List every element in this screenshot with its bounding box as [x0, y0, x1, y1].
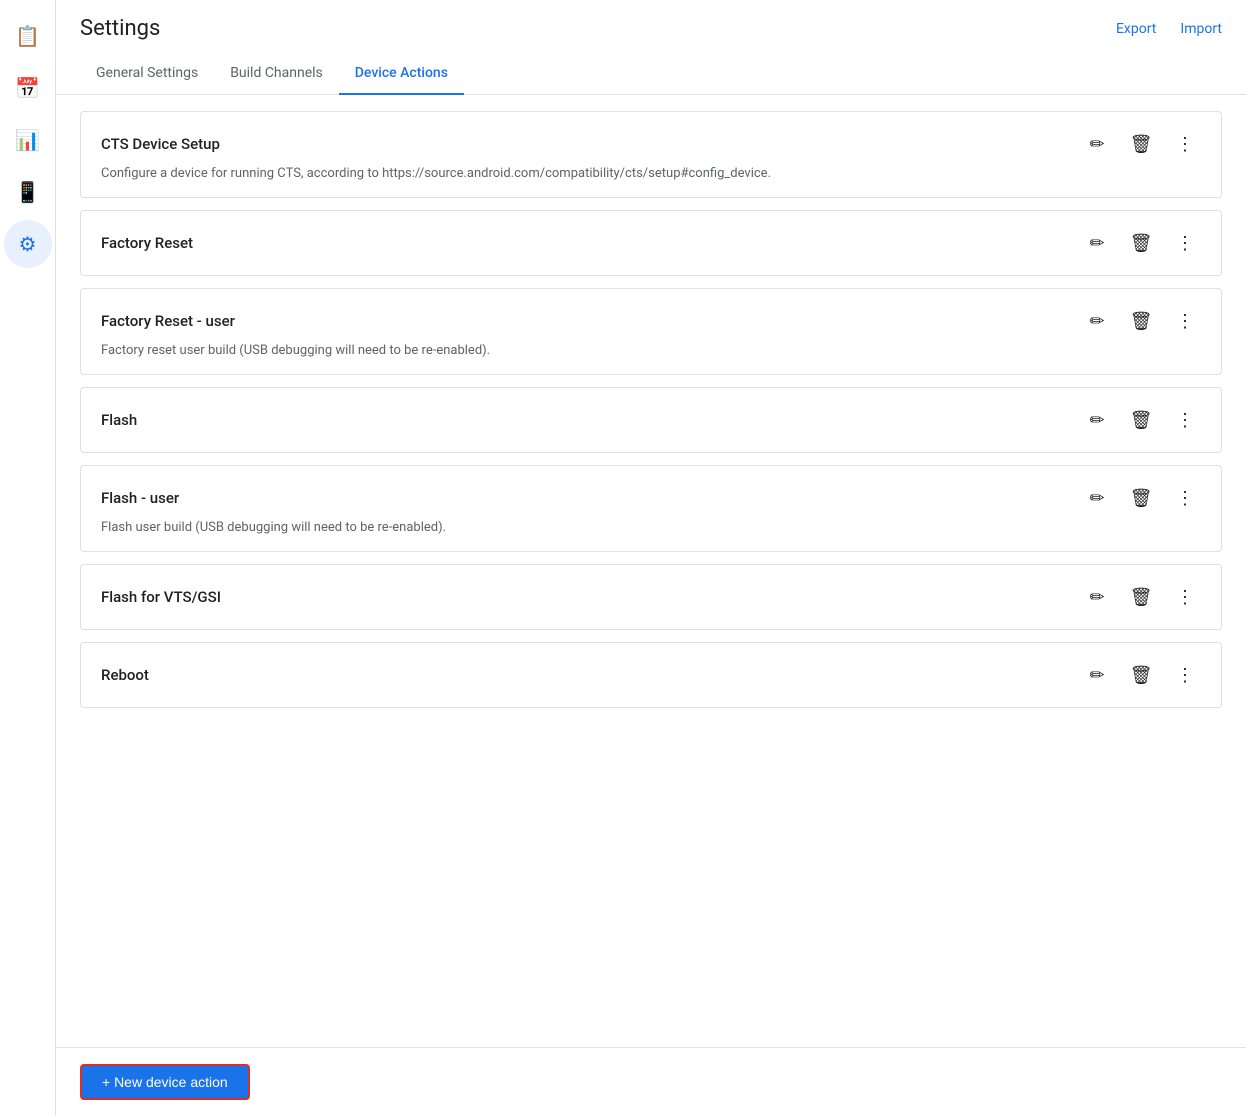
more-vert-icon: ⋮	[1176, 488, 1194, 509]
delete-button-factory-reset-user[interactable]: 🗑	[1125, 305, 1157, 337]
more-button-cts[interactable]: ⋮	[1169, 128, 1201, 160]
action-card-row: Factory Reset ✏ 🗑 ⋮	[101, 227, 1201, 259]
trash-icon: 🗑	[1130, 488, 1153, 509]
more-vert-icon: ⋮	[1176, 665, 1194, 686]
trash-icon: 🗑	[1130, 134, 1153, 155]
main-content: Settings Export Import General Settings …	[56, 0, 1246, 1116]
action-card-row: CTS Device Setup ✏ 🗑 ⋮	[101, 128, 1201, 160]
action-card-row: Flash for VTS/GSI ✏ 🗑 ⋮	[101, 581, 1201, 613]
action-card-factory-reset: Factory Reset ✏ 🗑 ⋮	[80, 210, 1222, 276]
more-vert-icon: ⋮	[1176, 134, 1194, 155]
action-card-row: Flash - user ✏ 🗑 ⋮	[101, 482, 1201, 514]
sidebar-item-chart[interactable]: 📊	[4, 116, 52, 164]
trash-icon: 🗑	[1130, 410, 1153, 431]
action-card-factory-reset-user: Factory Reset - user ✏ 🗑 ⋮ Factory reset…	[80, 288, 1222, 375]
action-icons-flash-vts: ✏ 🗑 ⋮	[1081, 581, 1201, 613]
pencil-icon: ✏	[1089, 488, 1104, 509]
edit-button-factory-reset[interactable]: ✏	[1081, 227, 1113, 259]
action-name-flash: Flash	[101, 411, 137, 429]
edit-button-cts[interactable]: ✏	[1081, 128, 1113, 160]
action-desc-factory-reset-user: Factory reset user build (USB debugging …	[101, 343, 1201, 358]
trash-icon: 🗑	[1130, 311, 1153, 332]
bottom-bar: + New device action	[56, 1047, 1246, 1116]
more-button-reboot[interactable]: ⋮	[1169, 659, 1201, 691]
more-vert-icon: ⋮	[1176, 410, 1194, 431]
pencil-icon: ✏	[1089, 311, 1104, 332]
edit-button-reboot[interactable]: ✏	[1081, 659, 1113, 691]
action-desc-cts: Configure a device for running CTS, acco…	[101, 166, 1201, 181]
page-title: Settings	[80, 16, 160, 41]
action-name-flash-vts: Flash for VTS/GSI	[101, 588, 221, 606]
import-link[interactable]: Import	[1180, 21, 1222, 37]
pencil-icon: ✏	[1089, 587, 1104, 608]
action-card-cts: CTS Device Setup ✏ 🗑 ⋮ Configure a devic…	[80, 111, 1222, 198]
tabs-bar: General Settings Build Channels Device A…	[56, 53, 1246, 95]
pencil-icon: ✏	[1089, 233, 1104, 254]
delete-button-cts[interactable]: 🗑	[1125, 128, 1157, 160]
action-icons-flash-user: ✏ 🗑 ⋮	[1081, 482, 1201, 514]
settings-icon: ⚙	[19, 232, 37, 256]
more-button-factory-reset-user[interactable]: ⋮	[1169, 305, 1201, 337]
export-link[interactable]: Export	[1116, 21, 1156, 37]
action-icons-factory-reset: ✏ 🗑 ⋮	[1081, 227, 1201, 259]
edit-button-flash-user[interactable]: ✏	[1081, 482, 1113, 514]
action-card-row: Factory Reset - user ✏ 🗑 ⋮	[101, 305, 1201, 337]
action-icons-reboot: ✏ 🗑 ⋮	[1081, 659, 1201, 691]
action-card-flash-user: Flash - user ✏ 🗑 ⋮ Flash user build (USB…	[80, 465, 1222, 552]
sidebar-item-calendar[interactable]: 📅	[4, 64, 52, 112]
tab-device-actions[interactable]: Device Actions	[339, 53, 464, 95]
trash-icon: 🗑	[1130, 665, 1153, 686]
action-name-reboot: Reboot	[101, 666, 149, 684]
phone-icon: 📱	[15, 180, 40, 204]
edit-button-flash[interactable]: ✏	[1081, 404, 1113, 436]
action-name-factory-reset-user: Factory Reset - user	[101, 312, 235, 330]
action-card-row: Flash ✏ 🗑 ⋮	[101, 404, 1201, 436]
pencil-icon: ✏	[1089, 134, 1104, 155]
sidebar-item-settings[interactable]: ⚙	[4, 220, 52, 268]
clipboard-icon: 📋	[15, 24, 40, 48]
tab-build-channels[interactable]: Build Channels	[214, 53, 339, 95]
action-name-cts: CTS Device Setup	[101, 135, 220, 153]
action-icons-cts: ✏ 🗑 ⋮	[1081, 128, 1201, 160]
trash-icon: 🗑	[1130, 233, 1153, 254]
more-button-flash[interactable]: ⋮	[1169, 404, 1201, 436]
more-button-factory-reset[interactable]: ⋮	[1169, 227, 1201, 259]
action-card-reboot: Reboot ✏ 🗑 ⋮	[80, 642, 1222, 708]
sidebar-item-clipboard[interactable]: 📋	[4, 12, 52, 60]
more-button-flash-user[interactable]: ⋮	[1169, 482, 1201, 514]
action-card-flash: Flash ✏ 🗑 ⋮	[80, 387, 1222, 453]
action-card-row: Reboot ✏ 🗑 ⋮	[101, 659, 1201, 691]
delete-button-flash-vts[interactable]: 🗑	[1125, 581, 1157, 613]
header-actions: Export Import	[1116, 21, 1222, 37]
edit-button-flash-vts[interactable]: ✏	[1081, 581, 1113, 613]
edit-button-factory-reset-user[interactable]: ✏	[1081, 305, 1113, 337]
action-name-factory-reset: Factory Reset	[101, 234, 193, 252]
sidebar: 📋 📅 📊 📱 ⚙	[0, 0, 56, 1116]
tab-general[interactable]: General Settings	[80, 53, 214, 95]
chart-icon: 📊	[15, 128, 40, 152]
pencil-icon: ✏	[1089, 665, 1104, 686]
more-vert-icon: ⋮	[1176, 311, 1194, 332]
more-vert-icon: ⋮	[1176, 587, 1194, 608]
trash-icon: 🗑	[1130, 587, 1153, 608]
action-name-flash-user: Flash - user	[101, 489, 179, 507]
action-icons-factory-reset-user: ✏ 🗑 ⋮	[1081, 305, 1201, 337]
delete-button-flash[interactable]: 🗑	[1125, 404, 1157, 436]
sidebar-item-phone[interactable]: 📱	[4, 168, 52, 216]
pencil-icon: ✏	[1089, 410, 1104, 431]
action-icons-flash: ✏ 🗑 ⋮	[1081, 404, 1201, 436]
more-vert-icon: ⋮	[1176, 233, 1194, 254]
new-device-action-button[interactable]: + New device action	[80, 1064, 250, 1100]
content-area: CTS Device Setup ✏ 🗑 ⋮ Configure a devic…	[56, 95, 1246, 1047]
action-desc-flash-user: Flash user build (USB debugging will nee…	[101, 520, 1201, 535]
more-button-flash-vts[interactable]: ⋮	[1169, 581, 1201, 613]
delete-button-reboot[interactable]: 🗑	[1125, 659, 1157, 691]
delete-button-flash-user[interactable]: 🗑	[1125, 482, 1157, 514]
action-card-flash-vts: Flash for VTS/GSI ✏ 🗑 ⋮	[80, 564, 1222, 630]
calendar-icon: 📅	[15, 76, 40, 100]
delete-button-factory-reset[interactable]: 🗑	[1125, 227, 1157, 259]
page-header: Settings Export Import	[56, 0, 1246, 41]
